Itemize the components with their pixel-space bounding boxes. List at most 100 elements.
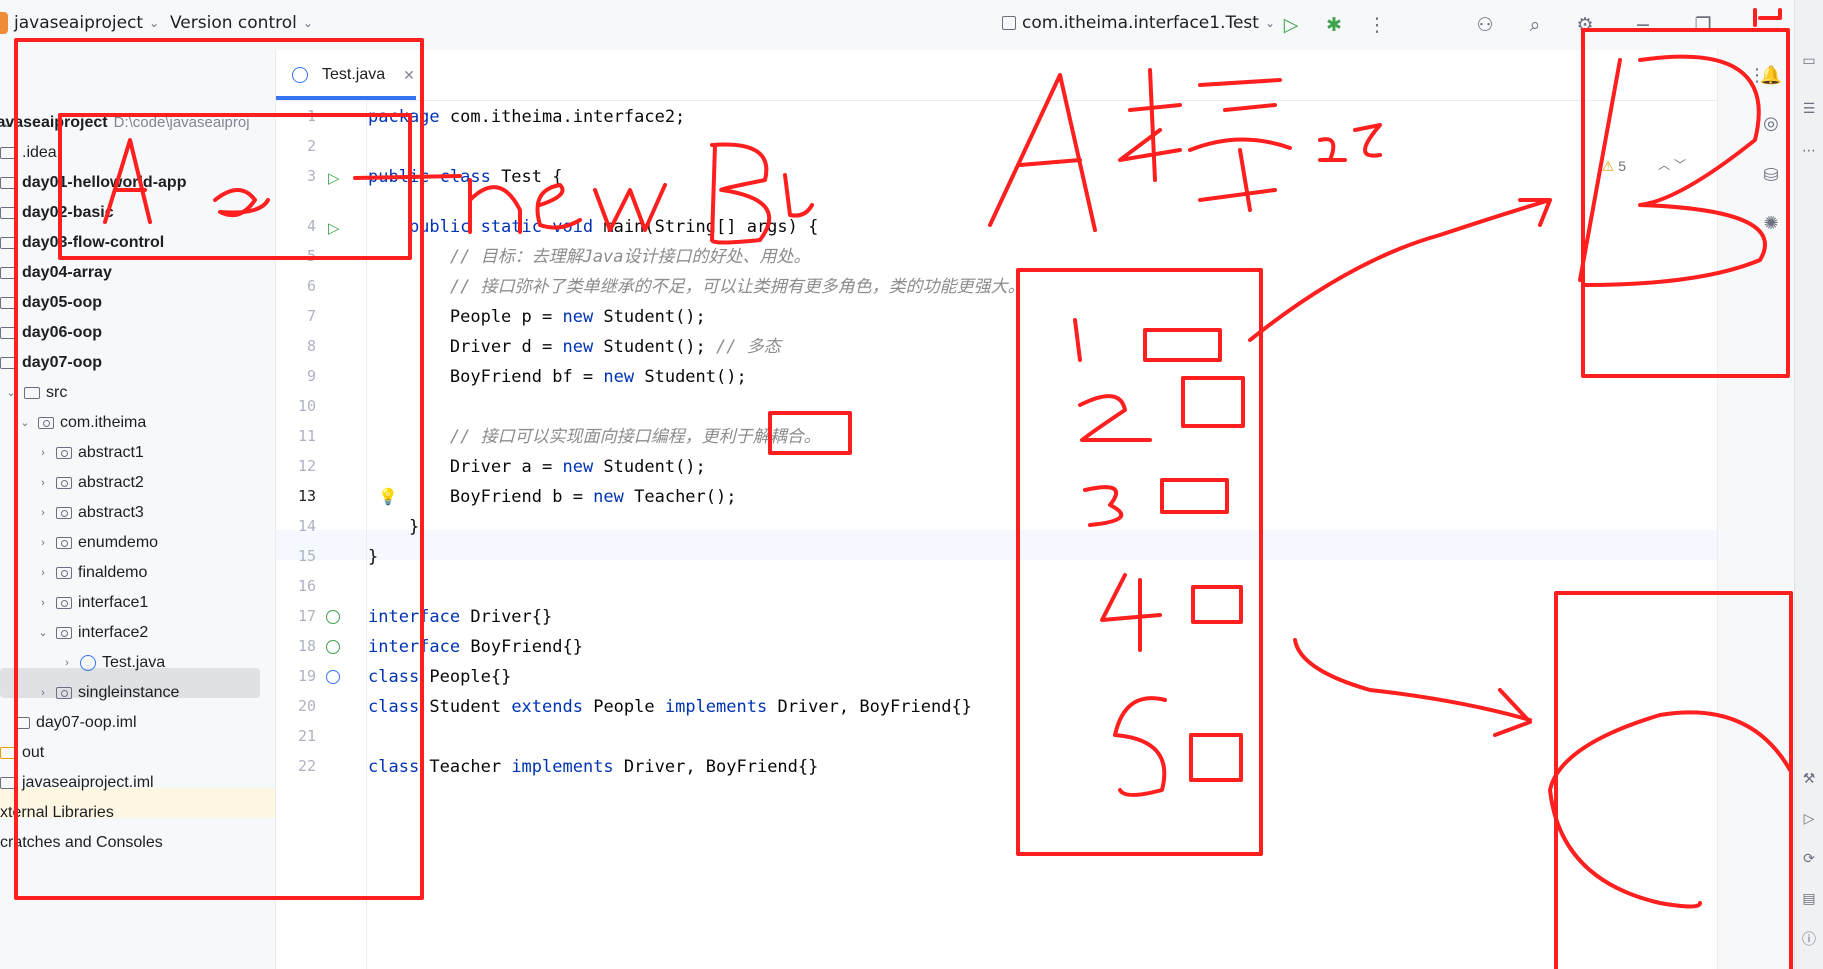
database-icon[interactable]: ⛁ bbox=[1758, 162, 1784, 188]
tree-item-external-libraries[interactable]: xternal Libraries bbox=[0, 798, 114, 828]
settings-gear-icon[interactable]: ⚙ bbox=[1572, 12, 1598, 38]
tree-item-subpackage[interactable]: › abstract2 bbox=[36, 468, 144, 498]
module-folder-icon bbox=[0, 327, 16, 339]
chevron-right-icon[interactable]: › bbox=[36, 468, 50, 498]
module-folder-icon bbox=[0, 297, 16, 309]
chevron-right-icon[interactable]: › bbox=[60, 648, 74, 678]
more-icon[interactable]: ⋯ bbox=[1800, 142, 1818, 160]
vcs-menu[interactable]: Version control ⌄ bbox=[170, 13, 313, 33]
project-badge-icon bbox=[0, 12, 8, 34]
tree-item-idea[interactable]: .idea bbox=[0, 138, 57, 168]
tree-module[interactable]: day02-basic bbox=[0, 198, 114, 228]
chevron-down-icon: ⌄ bbox=[302, 16, 313, 30]
search-icon[interactable]: ⌕ bbox=[1522, 12, 1548, 38]
warning-navigation[interactable]: ︿ ﹀ bbox=[1658, 156, 1686, 173]
chevron-right-icon[interactable]: › bbox=[36, 438, 50, 468]
tree-item-file[interactable]: › Test.java bbox=[60, 648, 165, 678]
code-editor[interactable]: Test.java ✕ ⋮ 1 2 3 4 5 6 7 8 9 10 11 12… bbox=[276, 50, 1746, 969]
tree-module[interactable]: day06-oop bbox=[0, 318, 102, 348]
run-config-selector[interactable]: com.itheima.interface1.Test ⌄ bbox=[1002, 13, 1275, 33]
project-folder-icon[interactable]: ▭ bbox=[1800, 52, 1818, 70]
current-line-highlight bbox=[276, 530, 1746, 560]
run-config-label: com.itheima.interface1.Test bbox=[1022, 13, 1259, 33]
minimize-icon[interactable]: − bbox=[1630, 12, 1656, 38]
project-selector[interactable]: javaseaiproject ⌄ bbox=[14, 13, 159, 33]
package-icon bbox=[56, 507, 72, 519]
restore-icon[interactable]: ❐ bbox=[1690, 12, 1716, 38]
config-icon bbox=[1002, 16, 1016, 30]
code-line: class Teacher implements Driver, BoyFrie… bbox=[368, 757, 819, 777]
project-name: javaseaiproject bbox=[14, 13, 144, 33]
tab-label: Test.java bbox=[322, 66, 386, 83]
tree-item-subpackage[interactable]: › interface1 bbox=[36, 588, 148, 618]
subclassed-icon[interactable] bbox=[326, 670, 340, 684]
run-icon[interactable]: ▷ bbox=[1278, 12, 1304, 38]
chevron-right-icon[interactable]: › bbox=[36, 678, 50, 708]
services-icon[interactable]: ⟳ bbox=[1800, 850, 1818, 868]
notifications-bell-icon[interactable]: 🔔 bbox=[1758, 62, 1784, 88]
chevron-down-icon[interactable]: ⌄ bbox=[4, 378, 18, 408]
tree-item-package[interactable]: ⌄ com.itheima bbox=[18, 408, 146, 438]
chevron-down-icon[interactable]: ⌄ bbox=[36, 618, 50, 648]
tree-module[interactable]: day05-oop bbox=[0, 288, 102, 318]
more-icon[interactable]: ⋮ bbox=[1364, 12, 1390, 38]
tree-item-subpackage[interactable]: › finaldemo bbox=[36, 558, 147, 588]
implemented-icon[interactable] bbox=[326, 610, 340, 624]
warnings-indicator[interactable]: ⚠ 5 bbox=[1602, 158, 1626, 175]
add-user-icon[interactable]: ⚇ bbox=[1472, 12, 1498, 38]
file-icon bbox=[14, 717, 30, 729]
tab-test-java[interactable]: Test.java ✕ bbox=[286, 50, 421, 100]
chevron-down-icon: ⌄ bbox=[1264, 16, 1276, 30]
tree-item-subpackage-selected[interactable]: ⌄ interface2 bbox=[36, 618, 148, 648]
tree-module[interactable]: day01-helloworld-app bbox=[0, 168, 186, 198]
package-icon bbox=[56, 687, 72, 699]
debug-icon[interactable]: ✱ bbox=[1321, 12, 1347, 38]
run-main-icon[interactable]: ▷ bbox=[328, 219, 340, 237]
terminal-icon[interactable]: ▤ bbox=[1800, 890, 1818, 908]
code-line: BoyFriend b = new Teacher(); bbox=[368, 487, 737, 507]
tree-item-subpackage[interactable]: › abstract1 bbox=[36, 438, 144, 468]
code-line: BoyFriend bf = new Student(); bbox=[368, 367, 747, 387]
tree-module[interactable]: day04-array bbox=[0, 258, 112, 288]
code-line: package com.itheima.interface2; bbox=[368, 107, 686, 127]
tree-item-project-iml[interactable]: javaseaiproject.iml bbox=[0, 768, 154, 798]
code-line: public static void main(String[] args) { bbox=[368, 217, 819, 237]
build-icon[interactable]: ⚒ bbox=[1800, 770, 1818, 788]
code-line: } bbox=[368, 547, 379, 567]
tree-item-src[interactable]: ⌄ src bbox=[4, 378, 67, 408]
tree-item-subpackage[interactable]: › enumdemo bbox=[36, 528, 158, 558]
module-folder-icon bbox=[0, 357, 16, 369]
vcs-label: Version control bbox=[170, 13, 297, 33]
module-folder-icon bbox=[0, 177, 16, 189]
editor-tab-bar: Test.java ✕ ⋮ bbox=[276, 50, 1746, 101]
tree-item-subpackage[interactable]: › abstract3 bbox=[36, 498, 144, 528]
tree-module[interactable]: day03-flow-control bbox=[0, 228, 164, 258]
tree-module[interactable]: day07-oop bbox=[0, 348, 102, 378]
structure-icon[interactable]: ☰ bbox=[1800, 100, 1818, 118]
ai-assistant-icon[interactable]: ◎ bbox=[1758, 110, 1784, 136]
code-comment: // 接口可以实现面向接口编程，更利于解耦合。 bbox=[368, 427, 821, 447]
line-number: 17 bbox=[297, 607, 316, 625]
tree-item-subpackage[interactable]: › singleinstance bbox=[36, 678, 179, 708]
tree-item-iml[interactable]: day07-oop.iml bbox=[14, 708, 137, 738]
line-number: 8 bbox=[306, 337, 316, 355]
chevron-down-icon[interactable]: ⌄ bbox=[18, 408, 32, 438]
code-line: class People{} bbox=[368, 667, 512, 687]
plugin-icon[interactable]: ✺ bbox=[1758, 210, 1784, 236]
title-bar: javaseaiproject ⌄ Version control ⌄ com.… bbox=[0, 0, 1823, 50]
run-icon[interactable]: ▷ bbox=[1800, 810, 1818, 828]
problems-icon[interactable]: ⓘ bbox=[1800, 930, 1818, 948]
tree-root[interactable]: javaseaiproject D:\code\javaseaiproj bbox=[0, 108, 250, 138]
run-class-icon[interactable]: ▷ bbox=[328, 169, 340, 187]
chevron-right-icon[interactable]: › bbox=[36, 528, 50, 558]
chevron-right-icon[interactable]: › bbox=[36, 588, 50, 618]
chevron-right-icon[interactable]: › bbox=[36, 498, 50, 528]
implemented-icon[interactable] bbox=[326, 640, 340, 654]
tree-item-scratches[interactable]: cratches and Consoles bbox=[0, 828, 163, 858]
chevron-right-icon[interactable]: › bbox=[36, 558, 50, 588]
source-folder-icon bbox=[24, 387, 40, 399]
tree-item-out[interactable]: out bbox=[0, 738, 44, 768]
close-icon[interactable]: ✕ bbox=[403, 67, 415, 84]
file-icon bbox=[0, 777, 16, 789]
package-icon bbox=[56, 537, 72, 549]
